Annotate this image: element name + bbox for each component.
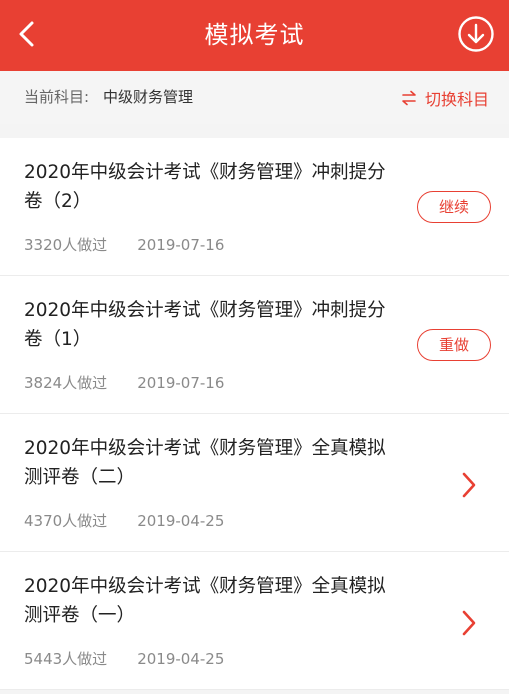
exam-meta: 3320人做过 2019-07-16 [24, 234, 224, 255]
exam-date: 2019-07-16 [137, 374, 225, 392]
current-subject-label: 当前科目: [24, 88, 90, 106]
redo-button[interactable]: 重做 [417, 329, 491, 361]
exam-title: 2020年中级会计考试《财务管理》冲刺提分卷（1） [24, 300, 386, 350]
switch-subject-label: 切换科目 [424, 89, 489, 109]
current-subject-value: 中级财务管理 [103, 88, 194, 106]
exam-title: 2020年中级会计考试《财务管理》冲刺提分卷（2） [24, 162, 386, 212]
page-title: 模拟考试 [204, 21, 305, 49]
exam-list-item[interactable]: 2020年中级会计考试《财务管理》冲刺提分卷（1） 3824人做过 2019-07… [0, 276, 509, 414]
exam-list-item[interactable]: 2020年中级会计考试《财务管理》冲刺提分卷（2） 3320人做过 2019-07… [0, 138, 509, 276]
exam-title: 2020年中级会计考试《财务管理》全真模拟测评卷（二） [24, 438, 386, 488]
swap-arrows-icon [402, 90, 416, 105]
chevron-right-icon[interactable] [459, 608, 479, 638]
continue-button[interactable]: 继续 [417, 191, 491, 223]
chevron-right-icon[interactable] [459, 470, 479, 500]
exam-list: 2020年中级会计考试《财务管理》冲刺提分卷（2） 3320人做过 2019-07… [0, 138, 509, 690]
switch-subject-button[interactable]: 切换科目 [401, 71, 489, 124]
exam-meta: 3824人做过 2019-07-16 [24, 372, 224, 393]
exam-list-item[interactable]: 2020年中级会计考试《财务管理》全真模拟测评卷（一） 5443人做过 2019-… [0, 552, 509, 690]
exam-participant-count: 3824人做过 [24, 374, 108, 392]
exam-participant-count: 5443人做过 [24, 650, 108, 668]
download-icon[interactable] [457, 15, 495, 53]
current-subject-bar: 当前科目: 中级财务管理 切换科目 [0, 71, 509, 124]
exam-meta: 5443人做过 2019-04-25 [24, 648, 224, 669]
exam-participant-count: 3320人做过 [24, 236, 108, 254]
exam-list-item[interactable]: 2020年中级会计考试《财务管理》全真模拟测评卷（二） 4370人做过 2019-… [0, 414, 509, 552]
exam-title: 2020年中级会计考试《财务管理》全真模拟测评卷（一） [24, 576, 386, 626]
app-header: 模拟考试 [0, 0, 509, 71]
exam-participant-count: 4370人做过 [24, 512, 108, 530]
exam-date: 2019-07-16 [137, 236, 225, 254]
exam-meta: 4370人做过 2019-04-25 [24, 510, 224, 531]
exam-date: 2019-04-25 [137, 650, 225, 668]
exam-date: 2019-04-25 [137, 512, 225, 530]
